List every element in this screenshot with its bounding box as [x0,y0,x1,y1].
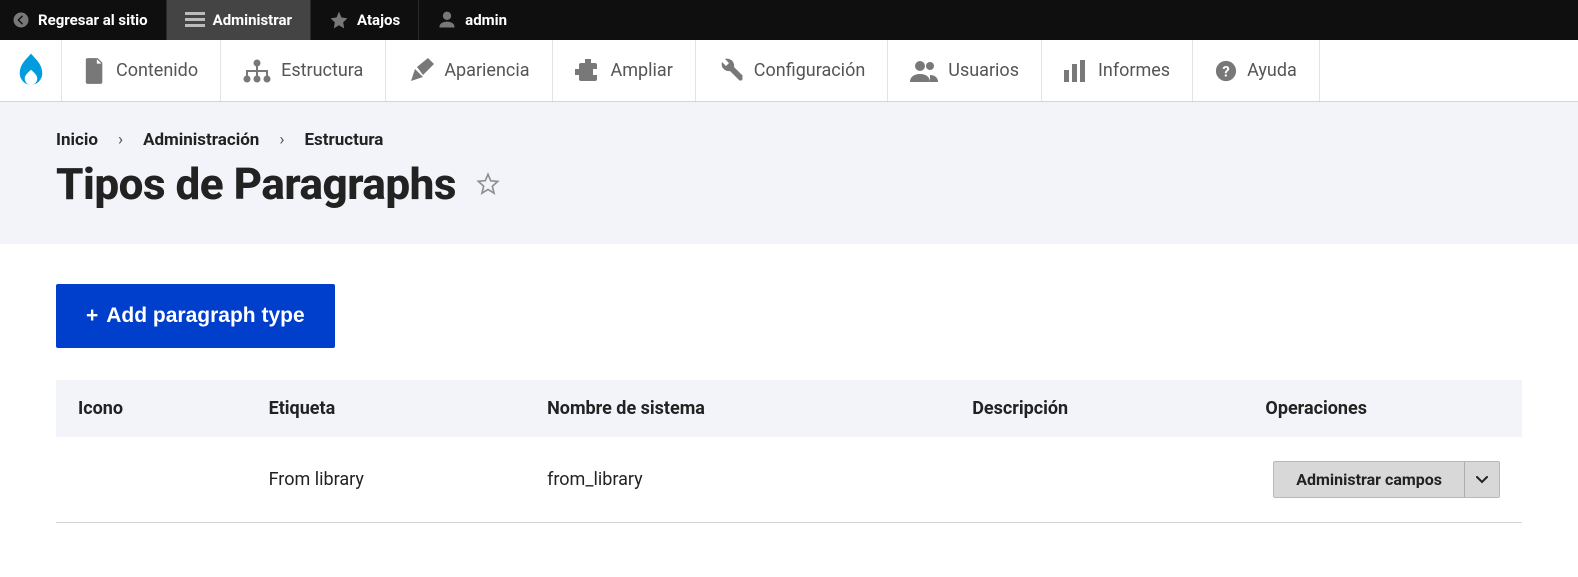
cell-description [950,437,1243,523]
user-menu-button[interactable]: admin [419,0,525,40]
breadcrumb-structure[interactable]: Estructura [304,130,383,150]
col-label: Etiqueta [247,380,526,437]
drupal-icon [16,53,46,89]
svg-text:?: ? [1222,62,1229,80]
favorite-toggle[interactable] [474,170,502,198]
operations-primary-action[interactable]: Administrar campos [1274,462,1465,497]
add-paragraph-type-button[interactable]: + Add paragraph type [56,284,335,348]
menu-reports[interactable]: Informes [1042,40,1193,101]
menu-content[interactable]: Contenido [62,40,221,101]
breadcrumb-separator: › [279,130,284,150]
breadcrumb-admin[interactable]: Administración [143,130,259,150]
operations-dropbutton: Administrar campos [1273,461,1500,498]
menu-extend[interactable]: Ampliar [553,40,696,101]
extend-icon [575,59,601,83]
site-logo[interactable] [0,40,62,101]
operations-toggle[interactable] [1465,462,1499,497]
menu-config-label: Configuración [754,60,865,81]
menu-reports-label: Informes [1098,60,1170,81]
cell-machine: from_library [525,437,950,523]
back-icon [12,11,30,29]
add-paragraph-type-label: Add paragraph type [106,304,304,328]
paragraph-types-table: Icono Etiqueta Nombre de sistema Descrip… [56,380,1522,523]
breadcrumb: Inicio › Administración › Estructura [56,130,1522,150]
menu-help-label: Ayuda [1247,60,1297,81]
content-icon [84,58,106,84]
user-icon [437,10,457,30]
appearance-icon [408,58,434,84]
config-icon [718,58,744,84]
menu-structure-label: Estructura [281,60,363,81]
shortcuts-label: Atajos [357,11,400,29]
manage-label: Administrar [213,11,292,29]
menu-structure[interactable]: Estructura [221,40,386,101]
admin-menu-bar: Contenido Estructura Apariencia Ampliar … [0,40,1578,102]
menu-config[interactable]: Configuración [696,40,888,101]
manage-button[interactable]: Administrar [167,0,311,40]
menu-appearance-label: Apariencia [444,60,529,81]
menu-content-label: Contenido [116,60,198,81]
menu-help[interactable]: ? Ayuda [1193,40,1320,101]
menu-people[interactable]: Usuarios [888,40,1042,101]
col-description: Descripción [950,380,1243,437]
breadcrumb-separator: › [118,130,123,150]
star-icon [329,10,349,30]
page-header: Inicio › Administración › Estructura Tip… [0,102,1578,244]
help-icon: ? [1215,60,1237,82]
table-row: From library from_library Administrar ca… [56,437,1522,523]
col-machine: Nombre de sistema [525,380,950,437]
back-to-site-button[interactable]: Regresar al sitio [0,0,167,40]
content-region: + Add paragraph type Icono Etiqueta Nombr… [0,244,1578,563]
people-icon [910,60,938,82]
breadcrumb-home[interactable]: Inicio [56,130,98,150]
top-toolbar: Regresar al sitio Administrar Atajos adm… [0,0,1578,40]
hamburger-icon [185,12,205,28]
star-outline-icon [475,171,501,197]
plus-icon: + [86,304,98,328]
menu-people-label: Usuarios [948,60,1019,81]
user-label: admin [465,11,507,29]
page-title: Tipos de Paragraphs [56,158,456,210]
cell-operations: Administrar campos [1243,437,1522,523]
cell-icon [56,437,247,523]
menu-appearance[interactable]: Apariencia [386,40,552,101]
reports-icon [1064,60,1088,82]
col-operations: Operaciones [1243,380,1522,437]
back-to-site-label: Regresar al sitio [38,11,148,29]
chevron-down-icon [1476,476,1488,484]
menu-extend-label: Ampliar [611,60,673,81]
structure-icon [243,59,271,83]
col-icon: Icono [56,380,247,437]
shortcuts-button[interactable]: Atajos [311,0,419,40]
cell-label: From library [247,437,526,523]
